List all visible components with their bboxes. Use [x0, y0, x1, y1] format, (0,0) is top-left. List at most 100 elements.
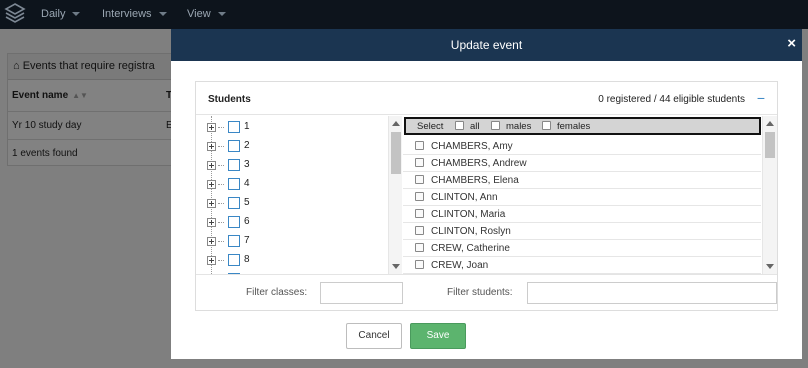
class-label: 3: [244, 159, 250, 170]
filter-bar: Filter classes: Filter students:: [196, 274, 777, 311]
tree-line: [218, 127, 224, 128]
student-row[interactable]: CLINTON, Ann: [403, 189, 761, 206]
students-scrollbar[interactable]: [762, 116, 777, 274]
class-checkbox[interactable]: [228, 216, 240, 228]
tree-line: [218, 184, 224, 185]
scroll-down-icon[interactable]: [766, 264, 774, 269]
student-name: CREW, Catherine: [431, 243, 510, 254]
registration-count: 0 registered / 44 eligible students: [598, 94, 745, 105]
class-checkbox[interactable]: [228, 178, 240, 190]
student-row[interactable]: CHAMBERS, Elena: [403, 172, 761, 189]
tree-line: [218, 165, 224, 166]
student-checkbox[interactable]: [415, 226, 424, 235]
tree-line: [218, 260, 224, 261]
select-label: Select: [417, 121, 444, 132]
student-row[interactable]: CHAMBERS, Andrew: [403, 155, 761, 172]
scroll-thumb[interactable]: [765, 132, 775, 158]
expand-icon[interactable]: [207, 161, 216, 170]
filter-classes-input[interactable]: [320, 282, 403, 304]
student-name: CHAMBERS, Elena: [431, 175, 519, 186]
students-box-header: Students 0 registered / 44 eligible stud…: [196, 82, 777, 115]
select-bar: Select all males females: [404, 117, 761, 135]
student-row[interactable]: CLINTON, Roslyn: [403, 223, 761, 240]
select-females-label: females: [557, 121, 591, 132]
class-label: 4: [244, 178, 250, 189]
student-row[interactable]: CHAMBERS, Amy: [403, 138, 761, 155]
class-checkbox[interactable]: [228, 140, 240, 152]
student-checkbox[interactable]: [415, 141, 424, 150]
tree-line: [218, 146, 224, 147]
sort-icon[interactable]: ▲▼: [72, 91, 88, 100]
students-box: Students 0 registered / 44 eligible stud…: [195, 81, 778, 311]
tree-line: [211, 116, 212, 274]
nav-interviews[interactable]: Interviews: [102, 8, 167, 20]
cancel-button[interactable]: Cancel: [346, 323, 402, 349]
expand-icon[interactable]: [207, 218, 216, 227]
chevron-down-icon: [72, 12, 81, 17]
class-tree-scrollbar[interactable]: [388, 116, 402, 274]
student-checkbox[interactable]: [415, 158, 424, 167]
students-title: Students: [208, 94, 251, 105]
student-name: CHAMBERS, Amy: [431, 141, 513, 152]
chevron-down-icon: [158, 12, 167, 17]
student-name: CHAMBERS, Andrew: [431, 158, 527, 169]
update-event-modal: Update event × Students 0 registered / 4…: [171, 29, 802, 359]
expand-icon[interactable]: [207, 142, 216, 151]
class-label: 8: [244, 254, 250, 265]
expand-icon[interactable]: [207, 123, 216, 132]
collapse-icon[interactable]: −: [757, 90, 765, 106]
tree-line: [218, 203, 224, 204]
scroll-up-icon[interactable]: [766, 121, 774, 126]
select-all-label: all: [470, 121, 480, 132]
select-all-checkbox[interactable]: [455, 121, 464, 130]
top-navbar: Daily Interviews View: [0, 0, 808, 29]
class-checkbox[interactable]: [228, 197, 240, 209]
close-icon[interactable]: ×: [787, 36, 796, 52]
filter-students-input[interactable]: [527, 282, 777, 304]
scroll-thumb[interactable]: [391, 132, 401, 174]
expand-icon[interactable]: [207, 199, 216, 208]
nav-daily[interactable]: Daily: [41, 8, 81, 20]
scroll-down-icon[interactable]: [392, 264, 400, 269]
class-checkbox[interactable]: [228, 254, 240, 266]
scroll-up-icon[interactable]: [392, 121, 400, 126]
expand-icon[interactable]: [207, 237, 216, 246]
student-checkbox[interactable]: [415, 175, 424, 184]
student-row[interactable]: CLINTON, Maria: [403, 206, 761, 223]
expand-icon[interactable]: [207, 180, 216, 189]
class-label: 5: [244, 197, 250, 208]
class-label: 2: [244, 140, 250, 151]
select-males-label: males: [506, 121, 532, 132]
class-label: 6: [244, 216, 250, 227]
tree-line: [218, 222, 224, 223]
class-checkbox[interactable]: [228, 121, 240, 133]
select-females-checkbox[interactable]: [542, 121, 551, 130]
tree-line: [218, 241, 224, 242]
table-row[interactable]: Yr 10 study day E: [8, 112, 181, 140]
select-males-checkbox[interactable]: [491, 121, 500, 130]
class-checkbox[interactable]: [228, 159, 240, 171]
student-checkbox[interactable]: [415, 192, 424, 201]
student-name: CLINTON, Roslyn: [431, 226, 511, 237]
chevron-down-icon: [217, 12, 226, 17]
class-checkbox[interactable]: [228, 235, 240, 247]
layers-logo-icon[interactable]: [4, 2, 26, 26]
nav-view[interactable]: View: [187, 8, 226, 20]
events-count: 1 events found: [12, 148, 78, 159]
student-checkbox[interactable]: [415, 260, 424, 269]
events-table-header: Event name ▲▼ T: [8, 80, 181, 112]
modal-title: Update event: [450, 38, 523, 52]
home-icon: ⌂: [13, 60, 20, 72]
student-row[interactable]: CREW, Joan: [403, 257, 761, 274]
expand-icon[interactable]: [207, 256, 216, 265]
student-name: CREW, Joan: [431, 260, 489, 271]
events-panel-header: ⌂ Events that require registra: [8, 54, 181, 80]
student-checkbox[interactable]: [415, 209, 424, 218]
save-button[interactable]: Save: [410, 323, 466, 349]
class-label: 7: [244, 235, 250, 246]
modal-header: Update event ×: [171, 29, 802, 61]
students-list: Select all males females CHAMBERS, Amy CH…: [403, 116, 778, 274]
student-row[interactable]: CREW, Catherine: [403, 240, 761, 257]
student-name: CLINTON, Maria: [431, 209, 506, 220]
student-checkbox[interactable]: [415, 243, 424, 252]
